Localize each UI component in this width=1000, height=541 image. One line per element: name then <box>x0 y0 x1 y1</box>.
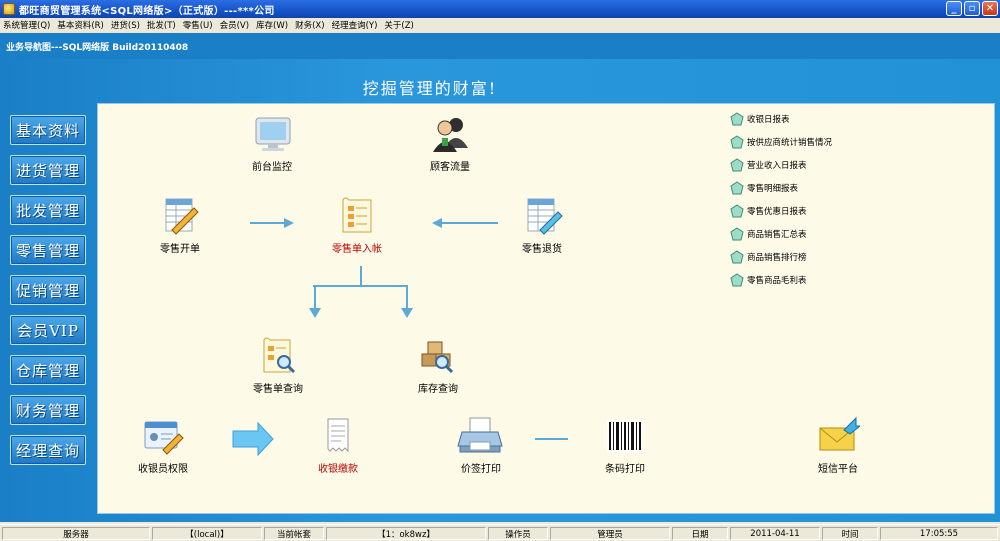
sidebar-promotion[interactable]: 促销管理 <box>10 275 86 305</box>
retail-order-label: 零售开单 <box>160 244 200 255</box>
receipt-icon <box>327 418 349 453</box>
sidebar-wholesale[interactable]: 批发管理 <box>10 195 86 225</box>
menu-about[interactable]: 关于(Z) <box>384 19 413 31</box>
node-price-print[interactable]: 价签打印 <box>456 416 506 475</box>
barcode-icon <box>607 420 643 452</box>
report-sales-ranking[interactable]: 商品销售排行榜 <box>730 250 807 264</box>
cashier-permission-label: 收银员权限 <box>138 464 188 475</box>
menu-purchase[interactable]: 进货(S) <box>111 19 140 31</box>
node-retail-return[interactable]: 零售退货 <box>520 196 564 255</box>
status-server-value: 【(local)】 <box>152 527 262 540</box>
node-front-monitor[interactable]: 前台监控 <box>250 114 294 173</box>
node-customer-flow[interactable]: 顾客流量 <box>428 114 472 173</box>
document-search-icon <box>263 337 296 374</box>
window-title: 都旺商贸管理系统<SQL网络版>（正式版）---***公司 <box>19 5 275 17</box>
price-print-label: 价签打印 <box>461 464 501 475</box>
report-bullet-icon <box>730 158 744 172</box>
retail-query-label: 零售单查询 <box>253 384 303 395</box>
menu-member[interactable]: 会员(V) <box>220 19 249 31</box>
main-area: 挖掘管理的财富! 基本资料 进货管理 批发管理 零售管理 促销管理 会员VIP … <box>0 59 1000 522</box>
menu-manager-query[interactable]: 经理查询(Y) <box>332 19 378 31</box>
report-revenue-daily[interactable]: 营业收入日报表 <box>730 158 807 172</box>
node-barcode-print[interactable]: 条码打印 <box>603 416 647 475</box>
maximize-button[interactable]: ▫ <box>964 1 980 16</box>
report-bullet-icon <box>730 135 744 149</box>
node-cash-payment[interactable]: 收银缴款 <box>316 416 360 475</box>
status-operator-value: 管理员 <box>550 527 670 540</box>
status-account-label: 当前帐套 <box>264 527 324 540</box>
cash-payment-label: 收银缴款 <box>318 464 358 475</box>
app-icon <box>3 3 15 15</box>
window-titlebar: 都旺商贸管理系统<SQL网络版>（正式版）---***公司 _ ▫ ✕ <box>0 0 1000 18</box>
menu-finance[interactable]: 财务(X) <box>295 19 324 31</box>
close-button[interactable]: ✕ <box>982 1 998 16</box>
status-date-value: 2011-04-11 <box>730 527 820 540</box>
report-retail-detail[interactable]: 零售明细报表 <box>730 181 798 195</box>
stock-query-label: 库存查询 <box>418 384 458 395</box>
flow-canvas: 前台监控 顾客流量 零售开单 零售单入帐 零售退货 零售单查询 库存查询 收银员… <box>97 103 995 514</box>
report-bullet-icon <box>730 204 744 218</box>
status-server-label: 服务器 <box>2 527 150 540</box>
document-stamp-icon <box>342 197 372 233</box>
node-cashier-permission[interactable]: 收银员权限 <box>138 416 188 475</box>
flow-connectors <box>232 218 568 457</box>
minimize-button[interactable]: _ <box>946 1 962 16</box>
envelope-icon <box>819 416 860 451</box>
sidebar-basic-data[interactable]: 基本资料 <box>10 115 86 145</box>
status-account-value: 【1：ok8wz】 <box>326 527 486 540</box>
report-bullet-icon <box>730 273 744 287</box>
report-cashier-daily[interactable]: 收银日报表 <box>730 112 790 126</box>
sms-platform-label: 短信平台 <box>818 464 858 475</box>
slogan: 挖掘管理的财富! <box>362 79 498 98</box>
menu-bar: 系统管理(Q) 基本资料(R) 进货(S) 批发(T) 零售(U) 会员(V) … <box>0 18 1000 32</box>
status-time-label: 时间 <box>822 527 878 540</box>
sidebar-finance[interactable]: 财务管理 <box>10 395 86 425</box>
status-date-label: 日期 <box>672 527 728 540</box>
sidebar-retail[interactable]: 零售管理 <box>10 235 86 265</box>
sidebar-warehouse[interactable]: 仓库管理 <box>10 355 86 385</box>
boxes-search-icon <box>421 341 454 374</box>
retail-post-label: 零售单入帐 <box>332 244 382 255</box>
status-operator-label: 操作员 <box>488 527 548 540</box>
spreadsheet-pen-icon <box>165 198 199 235</box>
report-bullet-icon <box>730 112 744 126</box>
retail-return-label: 零售退货 <box>522 244 562 255</box>
sidebar-manager-query[interactable]: 经理查询 <box>10 435 86 465</box>
menu-basic-data[interactable]: 基本资料(R) <box>57 19 104 31</box>
sidebar-member-vip[interactable]: 会员VIP <box>10 315 86 345</box>
barcode-print-label: 条码打印 <box>605 464 645 475</box>
node-retail-post[interactable]: 零售单入帐 <box>332 196 382 255</box>
menu-retail[interactable]: 零售(U) <box>183 19 213 31</box>
menu-wholesale[interactable]: 批发(T) <box>147 19 176 31</box>
menu-inventory[interactable]: 库存(W) <box>256 19 288 31</box>
report-bullet-icon <box>730 250 744 264</box>
node-retail-order[interactable]: 零售开单 <box>158 196 202 255</box>
sidebar-purchase[interactable]: 进货管理 <box>10 155 86 185</box>
customer-flow-label: 顾客流量 <box>430 162 470 173</box>
status-bar: 服务器 【(local)】 当前帐套 【1：ok8wz】 操作员 管理员 日期 … <box>0 524 1000 541</box>
node-sms-platform[interactable]: 短信平台 <box>816 416 860 475</box>
customers-icon <box>433 118 468 152</box>
report-discount-daily[interactable]: 零售优惠日报表 <box>730 204 807 218</box>
status-time-value: 17:05:55 <box>880 527 998 540</box>
spreadsheet-edit-icon <box>527 198 563 235</box>
report-gross-profit[interactable]: 零售商品毛利表 <box>730 273 807 287</box>
report-bullet-icon <box>730 227 744 241</box>
monitor-icon <box>255 117 291 151</box>
front-monitor-label: 前台监控 <box>252 162 292 173</box>
printer-icon <box>457 417 503 453</box>
menu-system[interactable]: 系统管理(Q) <box>3 19 50 31</box>
report-sales-summary[interactable]: 商品销售汇总表 <box>730 227 807 241</box>
node-stock-query[interactable]: 库存查询 <box>416 336 460 395</box>
report-by-supplier[interactable]: 按供应商统计销售情况 <box>730 135 832 149</box>
report-bullet-icon <box>730 181 744 195</box>
id-card-pen-icon <box>144 421 184 455</box>
nav-caption: 业务导航图---SQL网络版 Build20110408 <box>0 33 1000 59</box>
node-retail-query[interactable]: 零售单查询 <box>253 336 303 395</box>
